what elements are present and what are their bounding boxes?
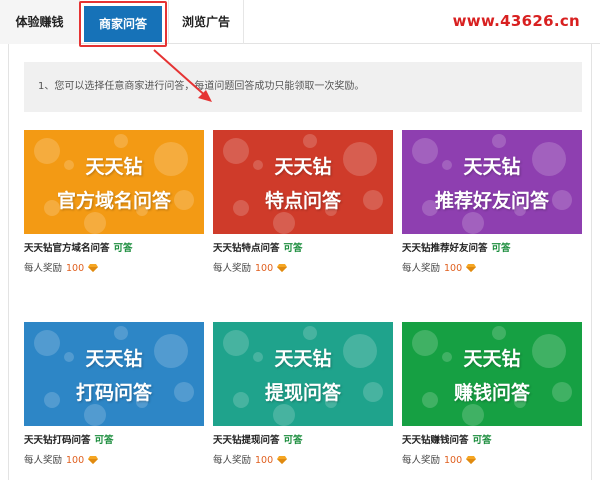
diamond-icon [88, 456, 99, 464]
diamond-icon [277, 264, 288, 272]
card-banner[interactable]: 天天钻 赚钱问答 [402, 322, 582, 426]
decor-bubble [492, 326, 506, 340]
banner-topic: 官方域名问答 [56, 190, 171, 212]
reward-amount: 100 [444, 455, 463, 466]
reward-amount: 100 [255, 263, 274, 274]
reward-amount: 100 [444, 263, 463, 274]
status-badge: 可答 [491, 243, 511, 254]
banner-brand: 天天钻 [274, 156, 332, 178]
banner-brand: 天天钻 [463, 348, 521, 370]
card-banner[interactable]: 天天钻 推荐好友问答 [402, 130, 582, 234]
diamond-icon [88, 264, 99, 272]
reward-label: 每人奖励 [402, 455, 441, 466]
card-reward: 每人奖励 100 [213, 452, 288, 466]
reward-label: 每人奖励 [213, 455, 252, 466]
card-banner[interactable]: 天天钻 官方域名问答 [24, 130, 204, 234]
question-card[interactable]: 天天钻 打码问答 天天钻打码问答 可答 每人奖励 100 [24, 322, 204, 472]
diamond-icon [466, 456, 477, 464]
card-reward: 每人奖励 100 [24, 260, 99, 274]
decor-bubble [84, 212, 106, 234]
decor-bubble [462, 212, 484, 234]
question-card[interactable]: 天天钻 提现问答 天天钻提现问答 可答 每人奖励 100 [213, 322, 393, 472]
reward-amount: 100 [66, 455, 85, 466]
status-badge: 可答 [113, 243, 133, 254]
card-title-text: 天天钻官方域名问答 [24, 243, 110, 254]
card-reward: 每人奖励 100 [213, 260, 288, 274]
decor-bubble [273, 404, 295, 426]
tab-experience-earn[interactable]: 体验赚钱 [0, 0, 80, 44]
question-card[interactable]: 天天钻 特点问答 天天钻特点问答 可答 每人奖励 100 [213, 130, 393, 280]
tab-merchant-qa[interactable]: 商家问答 [84, 6, 162, 42]
banner-topic: 推荐好友问答 [434, 190, 549, 212]
reward-label: 每人奖励 [402, 263, 441, 274]
banner-topic: 特点问答 [264, 190, 341, 212]
card-title-text: 天天钻特点问答 [213, 243, 280, 254]
card-title-text: 天天钻打码问答 [24, 435, 91, 446]
question-card[interactable]: 天天钻 官方域名问答 天天钻官方域名问答 可答 每人奖励 100 [24, 130, 204, 280]
decor-bubble [462, 404, 484, 426]
banner-brand: 天天钻 [85, 156, 143, 178]
arrow-icon [153, 49, 212, 102]
decor-bubble [303, 134, 317, 148]
status-badge: 可答 [283, 243, 303, 254]
card-reward: 每人奖励 100 [402, 452, 477, 466]
banner-brand: 天天钻 [274, 348, 332, 370]
card-reward: 每人奖励 100 [24, 452, 99, 466]
reward-amount: 100 [66, 263, 85, 274]
reward-amount: 100 [255, 455, 274, 466]
banner-topic: 提现问答 [264, 382, 341, 404]
card-banner[interactable]: 天天钻 打码问答 [24, 322, 204, 426]
decor-bubble [273, 212, 295, 234]
status-badge: 可答 [94, 435, 114, 446]
card-title[interactable]: 天天钻提现问答 可答 [213, 432, 303, 446]
reward-label: 每人奖励 [213, 263, 252, 274]
decor-bubble [114, 326, 128, 340]
decor-bubble [84, 404, 106, 426]
decor-bubble [303, 326, 317, 340]
card-title-text: 天天钻赚钱问答 [402, 435, 469, 446]
status-badge: 可答 [283, 435, 303, 446]
right-border [591, 44, 592, 480]
status-badge: 可答 [472, 435, 492, 446]
decor-bubble [114, 134, 128, 148]
card-title-text: 天天钻提现问答 [213, 435, 280, 446]
question-card[interactable]: 天天钻 推荐好友问答 天天钻推荐好友问答 可答 每人奖励 100 [402, 130, 582, 280]
card-title[interactable]: 天天钻官方域名问答 可答 [24, 240, 133, 254]
diamond-icon [466, 264, 477, 272]
card-reward: 每人奖励 100 [402, 260, 477, 274]
banner-brand: 天天钻 [85, 348, 143, 370]
card-banner[interactable]: 天天钻 特点问答 [213, 130, 393, 234]
tab-browse-ads[interactable]: 浏览广告 [168, 0, 244, 44]
card-title[interactable]: 天天钻推荐好友问答 可答 [402, 240, 511, 254]
card-title-text: 天天钻推荐好友问答 [402, 243, 488, 254]
left-border [8, 44, 9, 480]
card-title[interactable]: 天天钻赚钱问答 可答 [402, 432, 492, 446]
reward-label: 每人奖励 [24, 263, 63, 274]
diamond-icon [277, 456, 288, 464]
card-title[interactable]: 天天钻特点问答 可答 [213, 240, 303, 254]
decor-bubble [492, 134, 506, 148]
card-banner[interactable]: 天天钻 提现问答 [213, 322, 393, 426]
notice-box: 1、您可以选择任意商家进行问答，每道问题回答成功只能领取一次奖励。 [24, 62, 582, 112]
top-tab-bar: 体验赚钱 商家问答 浏览广告 www.43626.cn [0, 0, 600, 47]
banner-topic: 打码问答 [75, 382, 152, 404]
reward-label: 每人奖励 [24, 455, 63, 466]
banner-brand: 天天钻 [463, 156, 521, 178]
banner-topic: 赚钱问答 [453, 382, 530, 404]
card-title[interactable]: 天天钻打码问答 可答 [24, 432, 114, 446]
site-watermark: www.43626.cn [452, 12, 580, 30]
question-card[interactable]: 天天钻 赚钱问答 天天钻赚钱问答 可答 每人奖励 100 [402, 322, 582, 472]
